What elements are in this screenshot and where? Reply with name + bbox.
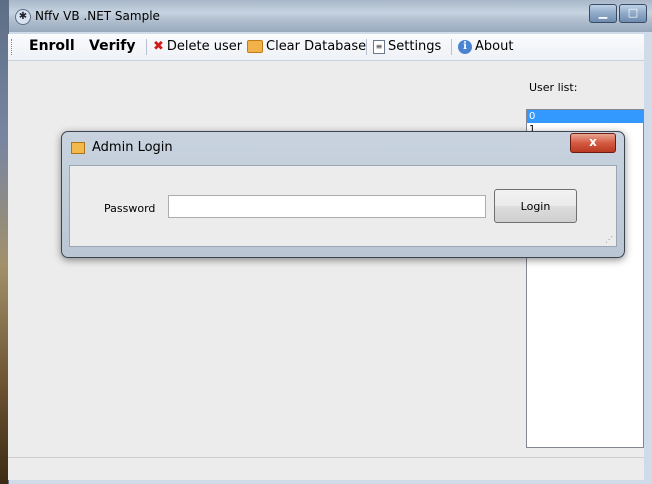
window-title: Nffv VB .NET Sample — [35, 9, 160, 23]
settings-button[interactable]: ≡ Settings — [373, 39, 441, 54]
maximize-button[interactable]: □ — [619, 4, 647, 23]
window-icon — [71, 142, 85, 154]
enroll-button[interactable]: Enroll — [29, 38, 75, 54]
toolbar-separator — [451, 39, 452, 55]
admin-login-dialog: Admin Login x Password Login ⋰ — [61, 131, 625, 258]
toolbar-grip[interactable] — [11, 39, 15, 55]
resize-grip-icon[interactable]: ⋰ — [605, 235, 613, 244]
toolbar-separator — [366, 39, 367, 55]
about-label: About — [475, 39, 514, 54]
clear-database-button[interactable]: Clear Database — [247, 39, 366, 54]
database-clear-icon — [247, 40, 263, 53]
settings-label: Settings — [388, 39, 442, 54]
toolbar-separator — [146, 39, 147, 55]
clear-database-label: Clear Database — [266, 39, 367, 54]
user-list-label: User list: — [529, 81, 578, 94]
delete-user-button[interactable]: ✖ Delete user — [153, 39, 242, 54]
info-icon: i — [458, 39, 472, 54]
red-x-icon: ✖ — [153, 39, 164, 54]
password-field[interactable] — [168, 195, 486, 218]
about-button[interactable]: i About — [458, 39, 513, 54]
window-titlebar[interactable]: ✱ Nffv VB .NET Sample ▁ □ — [9, 0, 652, 32]
settings-icon: ≡ — [373, 39, 385, 54]
user-list-item[interactable]: 0 — [527, 110, 643, 123]
dialog-titlebar[interactable]: Admin Login x — [62, 132, 624, 164]
login-button[interactable]: Login — [494, 189, 577, 223]
dialog-title: Admin Login — [92, 140, 173, 155]
close-button[interactable]: x — [570, 133, 616, 153]
toolbar: Enroll Verify ✖ Delete user Clear Databas… — [8, 34, 644, 61]
status-bar — [8, 457, 644, 480]
delete-user-label: Delete user — [166, 39, 243, 54]
verify-button[interactable]: Verify — [89, 38, 135, 54]
minimize-button[interactable]: ▁ — [589, 4, 617, 23]
app-icon: ✱ — [15, 9, 31, 25]
password-label: Password — [104, 202, 156, 215]
main-content: User list: 0 1 — [8, 61, 644, 457]
dialog-body: Password Login ⋰ — [69, 165, 617, 247]
